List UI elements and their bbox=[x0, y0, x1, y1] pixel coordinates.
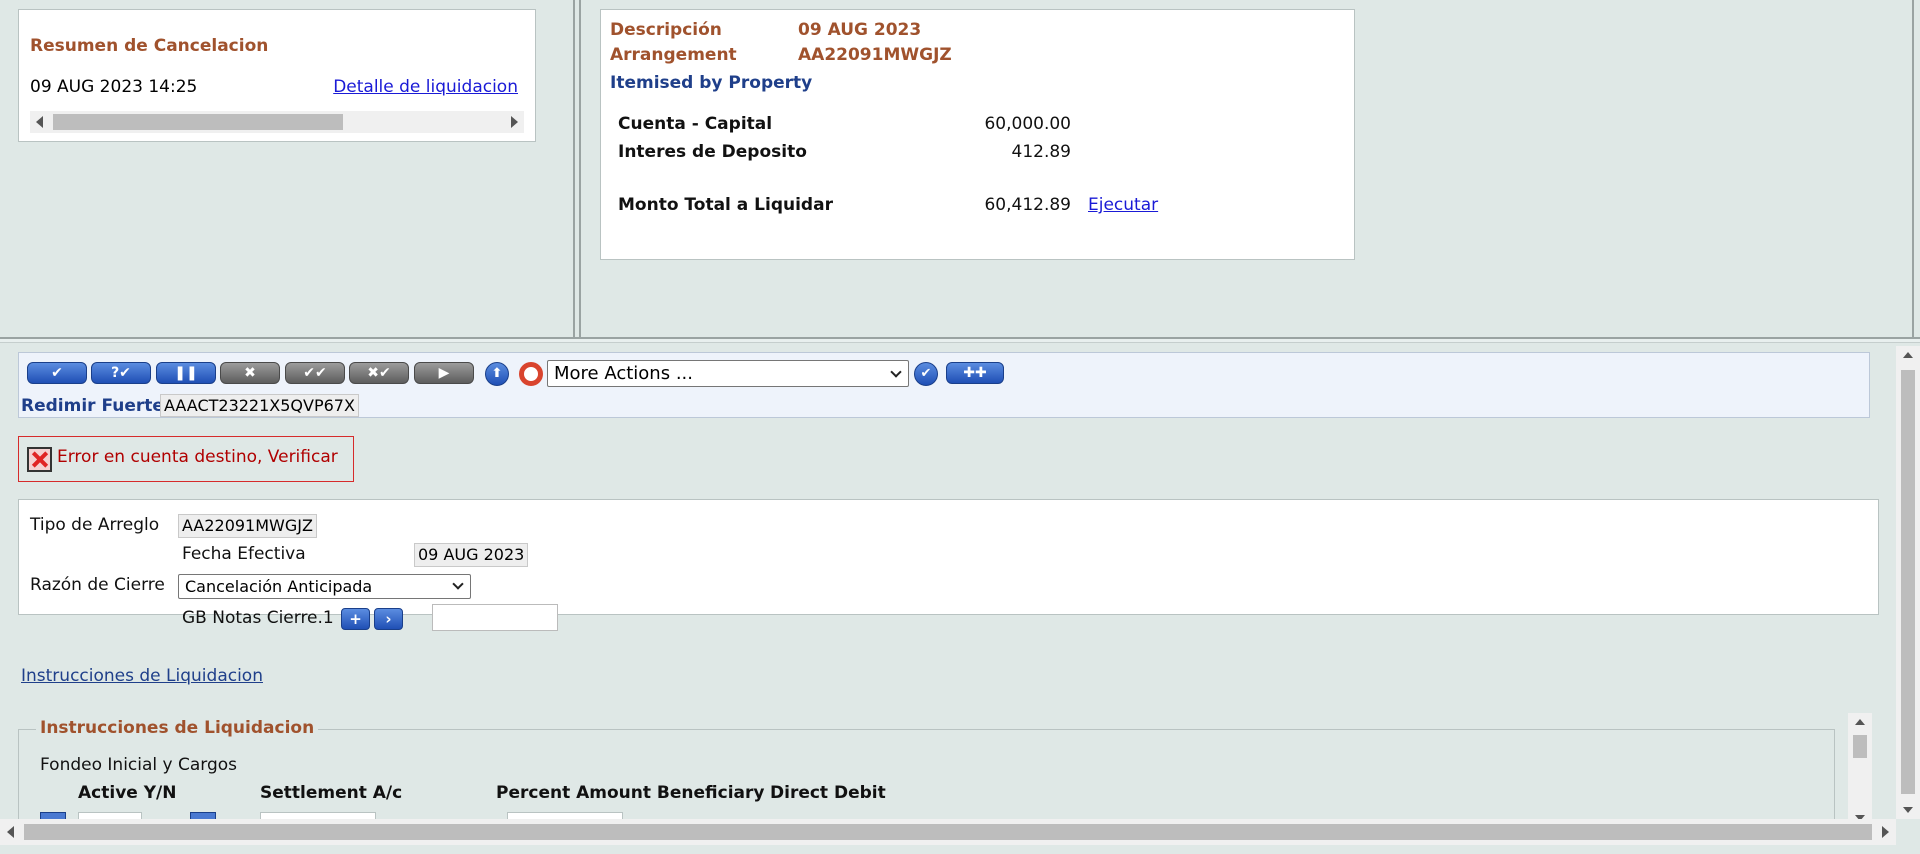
cross-icon: ✖ bbox=[244, 365, 256, 381]
notas-cierre-label: GB Notas Cierre.1 bbox=[182, 608, 334, 628]
play-icon: ▶ bbox=[438, 365, 450, 381]
scroll-left-icon[interactable] bbox=[36, 116, 43, 128]
descripcion-value: 09 AUG 2023 bbox=[798, 20, 922, 40]
funding-subheading: Fondeo Inicial y Cargos bbox=[40, 755, 238, 775]
double-check-icon: ✔✔ bbox=[303, 365, 327, 381]
commit-button[interactable]: ✔ bbox=[27, 362, 87, 384]
scroll-thumb[interactable] bbox=[1901, 370, 1915, 794]
chevron-down-icon bbox=[890, 366, 902, 378]
scroll-thumb[interactable] bbox=[1853, 735, 1867, 758]
cancellation-summary-box: Resumen de Cancelacion 09 AUG 2023 14:25… bbox=[18, 9, 536, 142]
reverse-button[interactable]: ✖✔ bbox=[349, 362, 409, 384]
help-lifebuoy-icon[interactable] bbox=[519, 362, 543, 386]
authorise-button[interactable]: ✔✔ bbox=[285, 362, 345, 384]
scroll-up-icon[interactable] bbox=[1903, 352, 1913, 358]
settlement-instructions-link[interactable]: Instrucciones de Liquidacion bbox=[21, 666, 263, 686]
next-button[interactable]: ▶ bbox=[414, 362, 474, 384]
validate-button[interactable]: ?✔ bbox=[91, 362, 151, 384]
settlement-detail-box: Descripción 09 AUG 2023 Arrangement AA22… bbox=[600, 9, 1355, 260]
fecha-efectiva-value: 09 AUG 2023 bbox=[414, 543, 529, 567]
pause-icon: ❚❚ bbox=[174, 365, 198, 381]
delete-button[interactable]: ✖ bbox=[220, 362, 280, 384]
col-active: Active Y/N bbox=[78, 783, 177, 803]
up-arrow-icon: ⬆ bbox=[491, 366, 503, 381]
top-area: Resumen de Cancelacion 09 AUG 2023 14:25… bbox=[0, 0, 1920, 337]
page-horizontal-scrollbar[interactable] bbox=[0, 819, 1896, 845]
total-value: 60,412.89 bbox=[984, 195, 1071, 215]
transaction-id: AAACT23221X5QVP67X bbox=[160, 394, 359, 417]
interest-value: 412.89 bbox=[1011, 142, 1071, 162]
col-settlement-account: Settlement A/c bbox=[260, 783, 403, 803]
expand-notes-button[interactable]: + bbox=[341, 608, 370, 630]
tipo-arreglo-value: AA22091MWGJZ bbox=[178, 514, 317, 538]
check-icon: ✔ bbox=[920, 366, 932, 381]
tipo-arreglo-label: Tipo de Arreglo bbox=[30, 515, 160, 535]
plus-icon: + bbox=[349, 610, 362, 628]
col-percent-amount-beneficiary: Percent Amount Beneficiary bbox=[496, 783, 765, 803]
vertical-splitter[interactable] bbox=[573, 0, 581, 337]
scroll-up-icon[interactable] bbox=[1855, 719, 1865, 725]
scroll-thumb[interactable] bbox=[24, 824, 1872, 840]
settlement-detail-link[interactable]: Detalle de liquidacion bbox=[333, 77, 518, 97]
settlement-instructions-legend: Instrucciones de Liquidacion bbox=[36, 718, 319, 738]
chevron-right-icon: › bbox=[385, 610, 392, 628]
closure-form: Tipo de Arreglo AA22091MWGJZ Fecha Efect… bbox=[18, 499, 1879, 631]
summary-title: Resumen de Cancelacion bbox=[30, 36, 269, 56]
total-label: Monto Total a Liquidar bbox=[618, 195, 833, 215]
transaction-label: Redimir Fuerte bbox=[21, 396, 164, 416]
itemised-heading: Itemised by Property bbox=[610, 73, 813, 93]
scroll-left-icon[interactable] bbox=[7, 826, 14, 838]
transaction-toolbar: ✔ ?✔ ❚❚ ✖ ✔✔ ✖✔ ▶ ⬆ More Actions ... ✔ ✚… bbox=[18, 352, 1870, 418]
descripcion-label: Descripción bbox=[610, 20, 722, 40]
more-actions-select[interactable]: More Actions ... bbox=[547, 360, 909, 387]
razon-cierre-select[interactable]: Cancelación Anticipada bbox=[178, 574, 471, 599]
plus-plus-icon: ✚✚ bbox=[963, 365, 987, 381]
razon-cierre-label: Razón de Cierre bbox=[30, 575, 165, 595]
summary-horizontal-scrollbar[interactable] bbox=[30, 111, 524, 133]
arrangement-label: Arrangement bbox=[610, 45, 737, 65]
scroll-down-icon[interactable] bbox=[1903, 807, 1913, 813]
error-icon bbox=[27, 447, 52, 472]
interest-label: Interes de Deposito bbox=[618, 142, 807, 162]
cross-check-icon: ✖✔ bbox=[367, 365, 391, 381]
scroll-right-icon[interactable] bbox=[511, 116, 518, 128]
more-actions-label: More Actions ... bbox=[554, 363, 693, 384]
scroll-thumb[interactable] bbox=[53, 114, 343, 130]
page-vertical-scrollbar[interactable] bbox=[1896, 346, 1920, 819]
capital-value: 60,000.00 bbox=[984, 114, 1071, 134]
scroll-right-icon[interactable] bbox=[1882, 826, 1889, 838]
execute-link[interactable]: Ejecutar bbox=[1088, 195, 1158, 215]
capital-label: Cuenta - Capital bbox=[618, 114, 773, 134]
error-message-box: Error en cuenta destino, Verificar bbox=[18, 436, 354, 482]
razon-cierre-selected: Cancelación Anticipada bbox=[185, 577, 373, 596]
go-button[interactable]: ✔ bbox=[914, 362, 938, 386]
hold-button[interactable]: ❚❚ bbox=[156, 362, 216, 384]
next-note-button[interactable]: › bbox=[374, 608, 403, 630]
chevron-down-icon bbox=[452, 578, 464, 590]
error-message: Error en cuenta destino, Verificar bbox=[57, 447, 338, 467]
notas-cierre-input[interactable] bbox=[432, 604, 558, 631]
summary-datetime: 09 AUG 2023 14:25 bbox=[30, 77, 198, 97]
arrangement-value: AA22091MWGJZ bbox=[798, 45, 952, 65]
add-new-button[interactable]: ✚✚ bbox=[946, 362, 1004, 384]
question-check-icon: ?✔ bbox=[111, 365, 131, 381]
fecha-efectiva-label: Fecha Efectiva bbox=[182, 544, 306, 564]
inner-vertical-scrollbar[interactable] bbox=[1848, 713, 1872, 827]
check-icon: ✔ bbox=[51, 365, 63, 381]
bottom-area: ✔ ?✔ ❚❚ ✖ ✔✔ ✖✔ ▶ ⬆ More Actions ... ✔ ✚… bbox=[0, 343, 1920, 839]
left-panel: Resumen de Cancelacion 09 AUG 2023 14:25… bbox=[0, 0, 573, 337]
right-frame-edge bbox=[1912, 0, 1920, 337]
col-direct-debit: Direct Debit bbox=[770, 783, 886, 803]
upload-button[interactable]: ⬆ bbox=[485, 362, 509, 386]
